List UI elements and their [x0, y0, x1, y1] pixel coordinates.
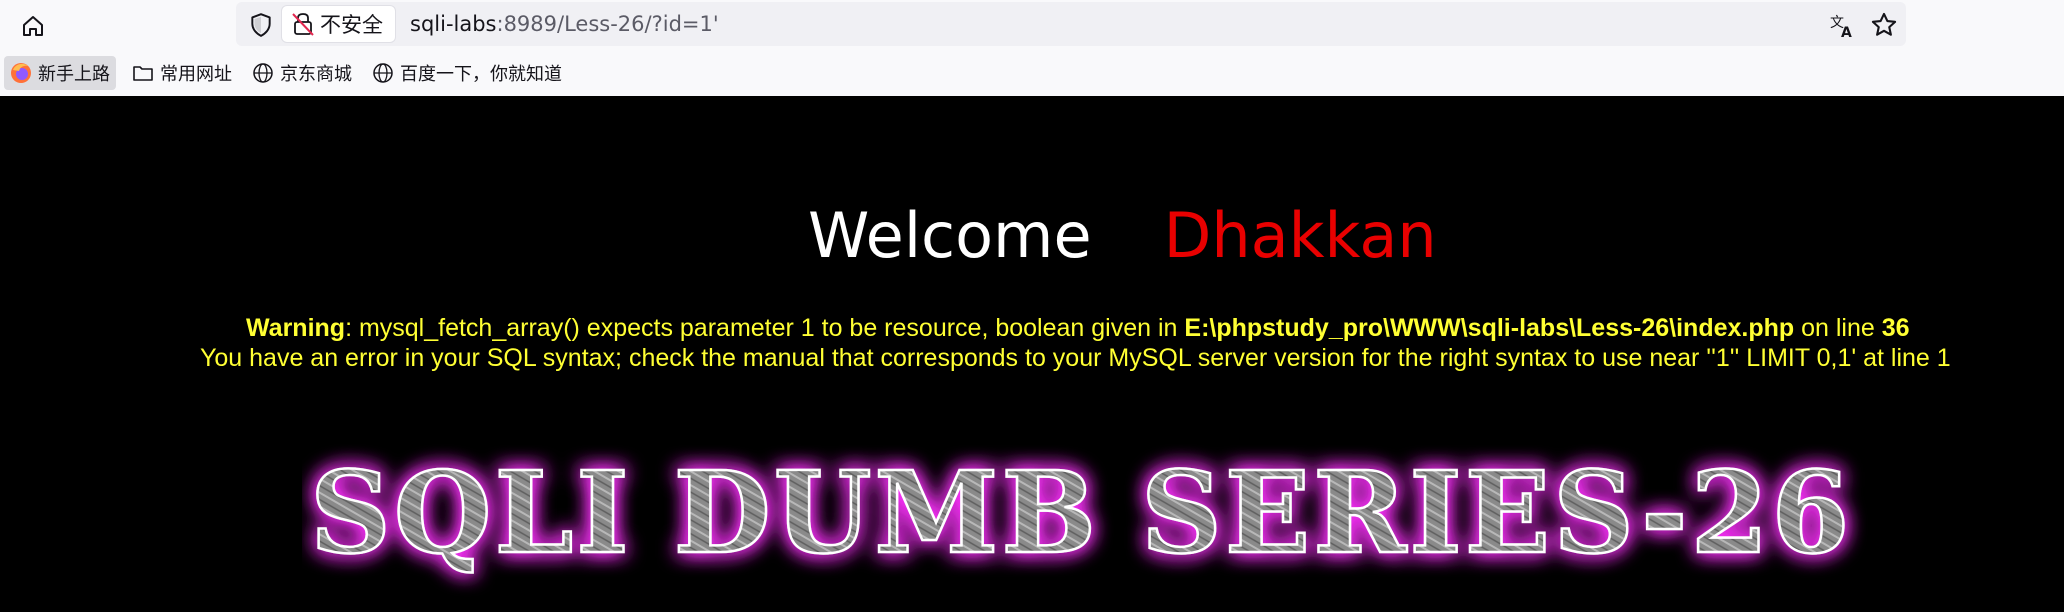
- bookmark-label: 京东商城: [280, 64, 352, 85]
- warning-on-line: on line: [1794, 314, 1882, 342]
- browser-chrome: 不安全 sqli-labs:8989/Less-26/?id=1' 文 A 新手…: [0, 0, 2064, 96]
- php-warning: Warning: mysql_fetch_array() expects par…: [246, 314, 1910, 343]
- series-banner: SQLI DUMB SERIES-26: [309, 447, 1852, 581]
- navigation-toolbar: 不安全 sqli-labs:8989/Less-26/?id=1' 文 A: [0, 0, 2064, 50]
- url-host: sqli-labs: [410, 12, 497, 36]
- svg-text:A: A: [1841, 25, 1852, 39]
- folder-icon: [133, 66, 153, 81]
- welcome-heading: Welcome Dhakkan: [808, 200, 1437, 272]
- bookmark-jd[interactable]: 京东商城: [246, 56, 358, 90]
- bookmark-label: 新手上路: [38, 64, 110, 85]
- insecure-lock-icon: [292, 13, 314, 36]
- globe-icon: [253, 63, 273, 83]
- bookmark-getting-started[interactable]: 新手上路: [4, 56, 116, 90]
- home-icon: [23, 16, 43, 36]
- welcome-text: Welcome: [808, 199, 1092, 272]
- bookmark-label: 常用网址: [160, 64, 232, 85]
- bookmark-baidu[interactable]: 百度一下，你就知道: [366, 56, 568, 90]
- banner-text: SQLI DUMB SERIES-26: [310, 448, 1852, 579]
- star-icon[interactable]: [1870, 11, 1898, 39]
- url-text[interactable]: sqli-labs:8989/Less-26/?id=1': [410, 11, 719, 37]
- user-name: Dhakkan: [1163, 199, 1437, 272]
- bookmark-label: 百度一下，你就知道: [400, 64, 562, 85]
- bookmarks-toolbar: 新手上路 常用网址 京东商城 百度一下，你就知道: [0, 52, 2064, 96]
- warning-path: E:\phpstudy_pro\WWW\sqli-labs\Less-26\in…: [1184, 314, 1795, 342]
- warning-text: : mysql_fetch_array() expects parameter …: [345, 314, 1185, 342]
- security-indicator[interactable]: 不安全: [282, 6, 395, 42]
- warning-label: Warning: [246, 314, 346, 342]
- page-content: Welcome Dhakkan Warning: mysql_fetch_arra…: [0, 96, 2064, 612]
- security-label: 不安全: [320, 13, 383, 37]
- shield-icon[interactable]: [248, 12, 274, 38]
- globe-icon: [373, 63, 393, 83]
- home-button[interactable]: [18, 11, 48, 41]
- translate-icon[interactable]: 文 A: [1828, 11, 1856, 39]
- warning-line-number: 36: [1881, 314, 1910, 342]
- sql-error-message: You have an error in your SQL syntax; ch…: [200, 344, 1951, 372]
- address-bar[interactable]: 不安全 sqli-labs:8989/Less-26/?id=1' 文 A: [236, 2, 1906, 46]
- url-path: :8989/Less-26/?id=1': [496, 12, 719, 36]
- firefox-icon: [11, 63, 31, 83]
- bookmark-folder-common[interactable]: 常用网址: [126, 56, 238, 90]
